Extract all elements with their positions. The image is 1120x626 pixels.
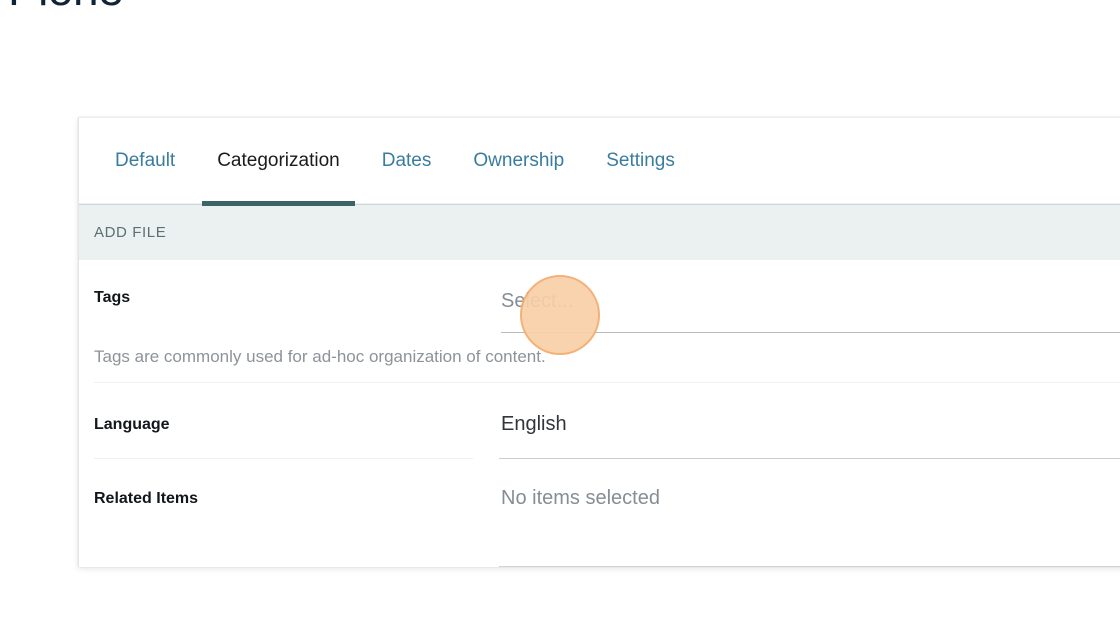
field-help-row-tags: Tags are commonly used for ad-hoc organi… [79,333,1120,382]
tab-categorization[interactable]: Categorization [196,118,361,206]
site-masthead: Plone Blocks Content Types Vertical Spac… [0,0,1120,18]
tab-ownership[interactable]: Ownership [452,118,585,203]
site-logo[interactable]: Plone [8,0,124,12]
field-row-language: Language English [79,383,1120,458]
tab-default[interactable]: Default [94,118,196,203]
related-items-value[interactable]: No items selected [501,485,1120,511]
form-fields: Tags Select... Tags are commonly used fo… [79,260,1120,537]
field-control-language[interactable]: English [501,411,1120,437]
tags-input-underline [501,332,1120,333]
field-label-tags: Tags [94,289,131,306]
field-row-tags: Tags Select... [79,260,1120,333]
language-select-value[interactable]: English [501,411,1120,437]
field-label-language: Language [94,416,170,433]
tab-settings[interactable]: Settings [585,118,696,203]
form-section-title: ADD FILE [94,224,167,241]
form-section-header: ADD FILE [79,204,1120,260]
field-help-tags: Tags are commonly used for ad-hoc organi… [94,347,546,366]
field-control-tags[interactable]: Select... [501,288,1120,333]
form-tab-bar: Default Categorization Dates Ownership S… [79,118,1120,206]
add-file-form-card: Default Categorization Dates Ownership S… [78,117,1120,567]
field-control-related-items[interactable]: No items selected [501,485,1120,511]
tags-select-input[interactable]: Select... [501,288,1120,332]
related-items-underline [499,566,1120,567]
field-label-related-items: Related Items [94,490,199,507]
tab-dates[interactable]: Dates [361,118,453,203]
field-row-related-items: Related Items No items selected [79,459,1120,537]
